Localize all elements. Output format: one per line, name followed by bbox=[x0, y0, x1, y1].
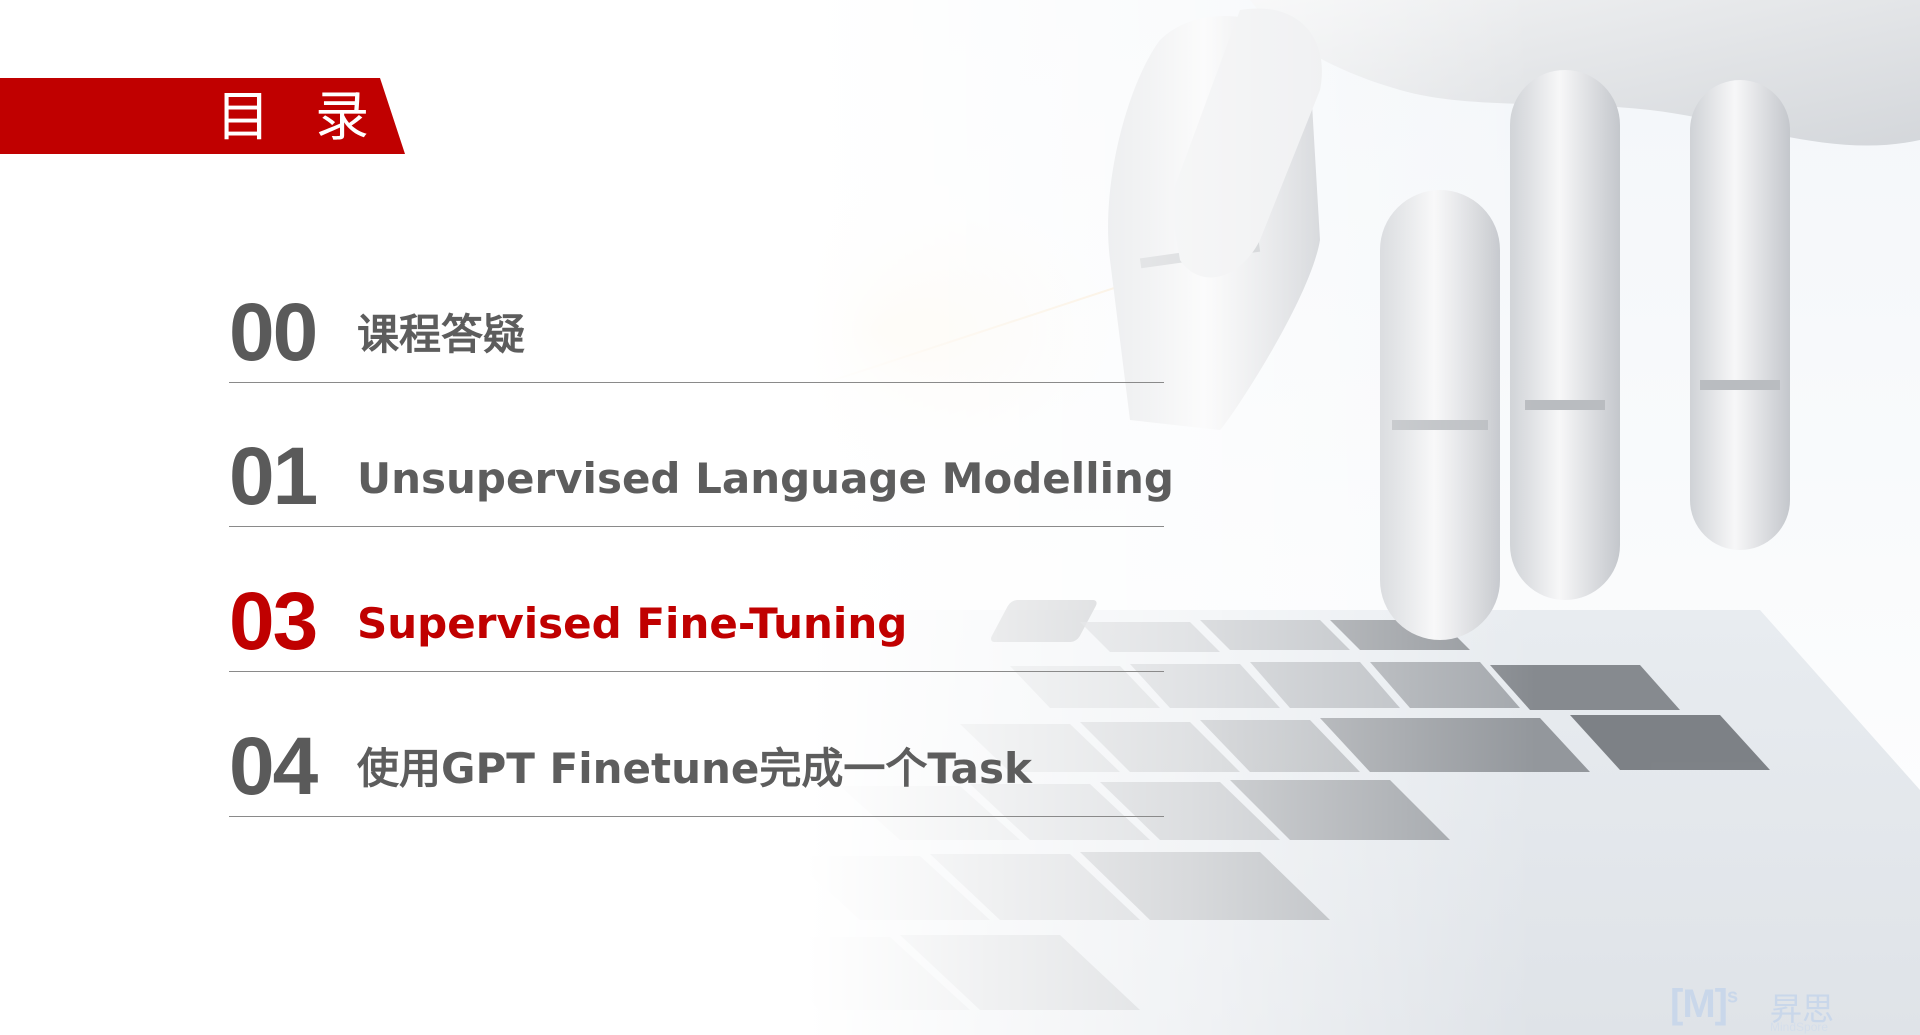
agenda-list: 00 课程答疑 01 Unsupervised Language Modelli… bbox=[0, 0, 1920, 1035]
logo-mark-text: [M] bbox=[1670, 982, 1728, 1026]
logo-mark: [M]s bbox=[1670, 982, 1738, 1027]
agenda-number: 03 bbox=[229, 576, 318, 667]
agenda-number: 00 bbox=[229, 287, 318, 378]
logo-superscript: s bbox=[1726, 985, 1738, 1008]
agenda-item: 01 Unsupervised Language Modelling bbox=[229, 416, 1174, 527]
agenda-item: 04 使用GPT Finetune完成一个Task bbox=[229, 706, 1164, 817]
agenda-label: Unsupervised Language Modelling bbox=[357, 454, 1174, 503]
agenda-number: 04 bbox=[229, 721, 318, 812]
mindspore-logo: [M]s 昇思 MindSpore bbox=[1670, 978, 1860, 1035]
agenda-item: 00 课程答疑 bbox=[229, 272, 1164, 383]
logo-name-en: MindSpore bbox=[1770, 1020, 1829, 1034]
agenda-label: 课程答疑 bbox=[357, 310, 526, 359]
agenda-label: Supervised Fine-Tuning bbox=[357, 599, 908, 648]
agenda-item-active: 03 Supervised Fine-Tuning bbox=[229, 561, 1164, 672]
agenda-label: 使用GPT Finetune完成一个Task bbox=[357, 744, 1032, 793]
agenda-number: 01 bbox=[229, 431, 318, 522]
